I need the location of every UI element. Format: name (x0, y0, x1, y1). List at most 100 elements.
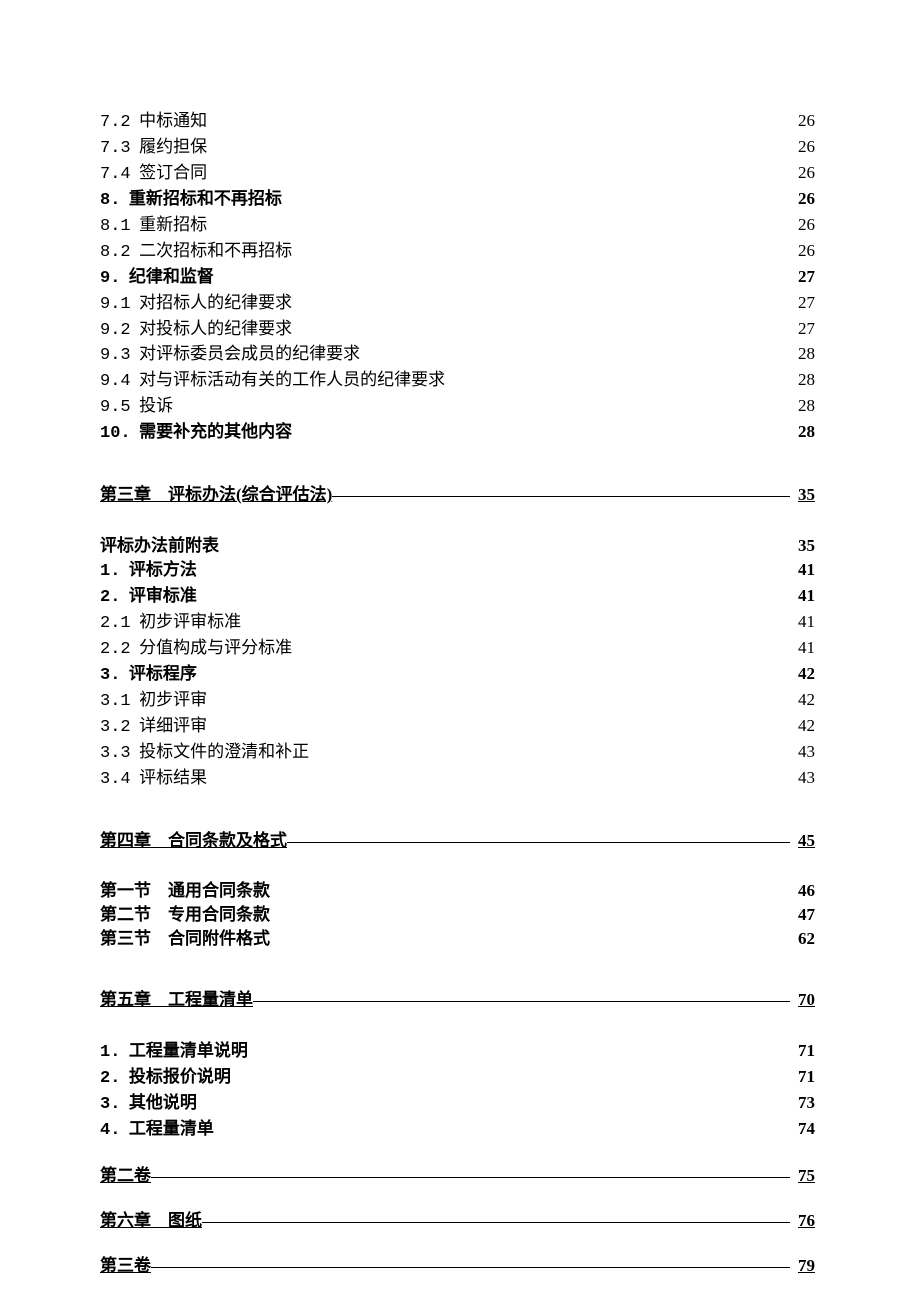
toc-entry-page: 28 (790, 343, 815, 366)
toc-entry-page: 35 (790, 484, 815, 507)
toc-entry-number: 3. (100, 666, 120, 685)
toc-entry: 9.2 对投标人的纪律要求27 (100, 318, 815, 343)
toc-leader-line (151, 1177, 790, 1178)
toc-entry: 第三卷 79 (100, 1255, 815, 1278)
toc-entry: 9.4 对与评标活动有关的工作人员的纪律要求28 (100, 369, 815, 394)
toc-entry-label: 7.3 履约担保 (100, 136, 207, 161)
toc-entry: 1. 工程量清单说明 71 (100, 1040, 815, 1065)
toc-entry-page: 46 (790, 880, 815, 903)
toc-entry: 3.4 评标结果 43 (100, 767, 815, 792)
toc-entry-label: 8. 重新招标和不再招标 (100, 188, 282, 213)
toc-entry-label: 3. 其他说明 (100, 1092, 197, 1117)
toc-entry-number: 2. (100, 588, 120, 607)
toc-entry-page: 27 (790, 292, 815, 315)
toc-entry: 7.4 签订合同 26 (100, 162, 815, 187)
toc-entry: 第四章 合同条款及格式45 (100, 830, 815, 853)
toc-entry: 9. 纪律和监督27 (100, 266, 815, 291)
toc-entry-page: 28 (790, 421, 815, 444)
toc-entry-page: 73 (790, 1092, 815, 1115)
toc-entry-label: 第三卷 (100, 1255, 151, 1278)
toc-leader-line (287, 842, 790, 843)
toc-entry-label: 2. 评审标准 (100, 585, 197, 610)
toc-entry: 7.2 中标通知 26 (100, 110, 815, 135)
toc-entry-number: 2. (100, 1069, 120, 1088)
toc-entry-page: 43 (790, 767, 815, 790)
toc-entry-page: 41 (790, 559, 815, 582)
toc-entry-label: 9.4 对与评标活动有关的工作人员的纪律要求 (100, 369, 445, 394)
toc-entry-number: 10. (100, 424, 131, 443)
toc-entry: 10. 需要补充的其他内容28 (100, 421, 815, 446)
toc-entry: 2. 评审标准 41 (100, 585, 815, 610)
toc-entry-page: 62 (790, 928, 815, 951)
toc-entry: 第五章 工程量清单70 (100, 989, 815, 1012)
toc-entry-label: 7.4 签订合同 (100, 162, 207, 187)
toc-entry: 9.1 对招标人的纪律要求 27 (100, 292, 815, 317)
toc-entry: 3. 评标程序42 (100, 663, 815, 688)
toc-entry-page: 41 (790, 585, 815, 608)
toc-entry-label: 第四章 合同条款及格式 (100, 830, 287, 853)
toc-entry: 第一节 通用合同条款46 (100, 880, 815, 903)
toc-entry-page: 41 (790, 611, 815, 634)
toc-entry-page: 28 (790, 395, 815, 418)
toc-entry-label: 8.1 重新招标 (100, 214, 207, 239)
toc-entry-number: 4. (100, 1121, 120, 1140)
toc-entry-label: 1. 工程量清单说明 (100, 1040, 248, 1065)
toc-entry-number: 8.1 (100, 217, 131, 236)
toc-entry-page: 71 (790, 1066, 815, 1089)
toc-entry-label: 评标办法前附表 (100, 535, 219, 558)
toc-entry: 评标办法前附表 35 (100, 535, 815, 558)
toc-entry-page: 26 (790, 110, 815, 133)
toc-entry-number: 2.2 (100, 640, 131, 659)
toc-entry-page: 26 (790, 240, 815, 263)
toc-entry-page: 35 (790, 535, 815, 558)
toc-entry-page: 71 (790, 1040, 815, 1063)
toc-entry: 2.2 分值构成与评分标准 41 (100, 637, 815, 662)
toc-entry-number: 9.2 (100, 321, 131, 340)
toc-entry: 7.3 履约担保 26 (100, 136, 815, 161)
toc-entry-number: 3.2 (100, 718, 131, 737)
toc-entry: 2.1 初步评审标准 41 (100, 611, 815, 636)
toc-entry-page: 79 (790, 1255, 815, 1278)
toc-entry-page: 70 (790, 989, 815, 1012)
toc-entry-label: 9.3 对评标委员会成员的纪律要求 (100, 343, 360, 368)
toc-entry-page: 42 (790, 715, 815, 738)
toc-entry-label: 9.5 投诉 (100, 395, 173, 420)
toc-entry-page: 75 (790, 1165, 815, 1188)
toc-entry: 8. 重新招标和不再招标 26 (100, 188, 815, 213)
toc-leader-line (151, 1267, 790, 1268)
toc-entry-number: 8. (100, 191, 120, 210)
toc-entry-number: 1. (100, 562, 120, 581)
toc-entry-label: 第三节 合同附件格式 (100, 928, 270, 951)
toc-entry-page: 26 (790, 136, 815, 159)
toc-entry-label: 2.1 初步评审标准 (100, 611, 241, 636)
table-of-contents: 7.2 中标通知267.3 履约担保267.4 签订合同268. 重新招标和不再… (100, 110, 815, 1278)
toc-entry-number: 9. (100, 269, 120, 288)
toc-entry-page: 42 (790, 689, 815, 712)
toc-entry: 第二节 专用合同条款 47 (100, 904, 815, 927)
toc-entry-label: 3.1 初步评审 (100, 689, 207, 714)
toc-entry-label: 3.4 评标结果 (100, 767, 207, 792)
toc-entry-page: 26 (790, 188, 815, 211)
toc-entry-label: 9. 纪律和监督 (100, 266, 214, 291)
toc-entry-page: 41 (790, 637, 815, 660)
toc-entry-label: 第二节 专用合同条款 (100, 904, 270, 927)
toc-entry-label: 7.2 中标通知 (100, 110, 207, 135)
toc-leader-line (253, 1001, 790, 1002)
toc-entry: 3.1 初步评审 42 (100, 689, 815, 714)
toc-entry-page: 74 (790, 1118, 815, 1141)
toc-entry-label: 第二卷 (100, 1165, 151, 1188)
toc-entry: 9.3 对评标委员会成员的纪律要求 28 (100, 343, 815, 368)
toc-entry-page: 26 (790, 162, 815, 185)
toc-entry: 1. 评标方法41 (100, 559, 815, 584)
toc-leader-line (332, 496, 790, 497)
toc-entry-page: 26 (790, 214, 815, 237)
toc-entry-label: 2.2 分值构成与评分标准 (100, 637, 292, 662)
toc-entry-label: 3.2 详细评审 (100, 715, 207, 740)
toc-entry-label: 9.1 对招标人的纪律要求 (100, 292, 292, 317)
toc-leader-line (202, 1222, 790, 1223)
toc-entry-page: 43 (790, 741, 815, 764)
toc-entry: 3.3 投标文件的澄清和补正43 (100, 741, 815, 766)
toc-entry-page: 47 (790, 904, 815, 927)
toc-entry-page: 27 (790, 318, 815, 341)
toc-entry: 第二卷 75 (100, 1165, 815, 1188)
